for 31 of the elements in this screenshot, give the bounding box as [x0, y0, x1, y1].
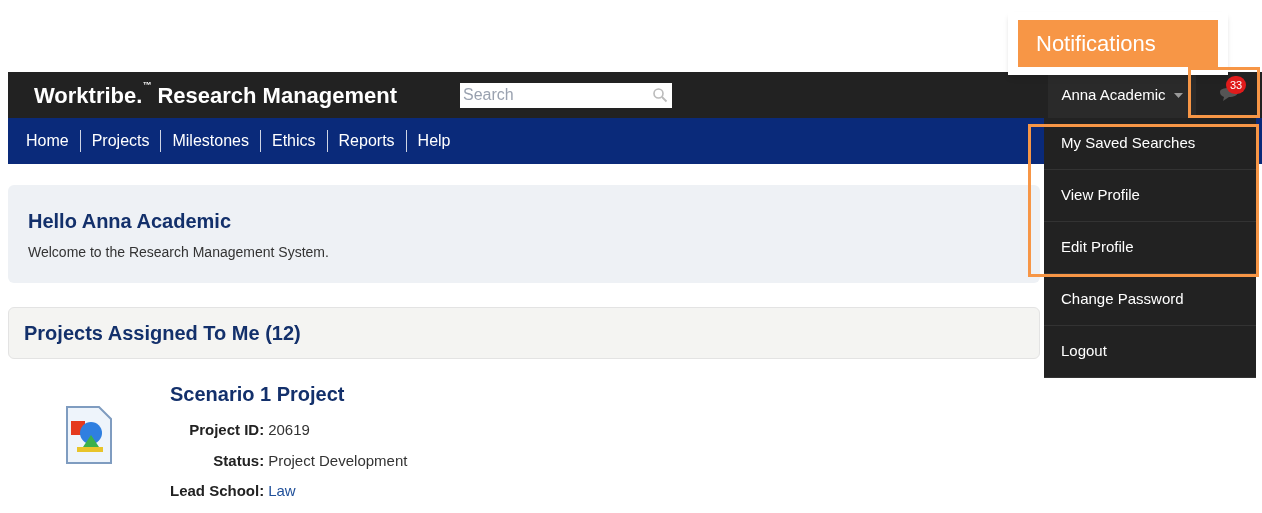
field-label: Lead School:	[170, 481, 265, 501]
notifications-button[interactable]: 33	[1196, 72, 1262, 118]
nav-link[interactable]: Help	[417, 129, 451, 153]
nav-link[interactable]: Projects	[91, 129, 150, 153]
nav-link[interactable]: Ethics	[271, 129, 316, 153]
menu-item[interactable]: Logout	[1044, 326, 1256, 378]
nav-link[interactable]: Milestones	[172, 129, 249, 153]
field-label: Status:	[212, 450, 265, 471]
notification-badge: 33	[1226, 76, 1246, 94]
welcome-text: Welcome to the Research Management System.	[28, 242, 330, 262]
brand-logo: Worktribe.	[34, 81, 143, 110]
caret-icon	[1173, 92, 1183, 98]
app-title: Research Management	[157, 81, 398, 110]
menu-item[interactable]: View Profile	[1044, 170, 1256, 222]
callout-label: Notifications	[1018, 20, 1218, 67]
menu-item[interactable]: Change Password	[1044, 274, 1256, 326]
section-heading: Projects Assigned To Me (12)	[24, 321, 301, 346]
welcome-heading: Hello Anna Academic	[28, 208, 233, 234]
field-label: Project ID:	[188, 420, 265, 440]
menu-item[interactable]: Edit Profile	[1044, 222, 1256, 274]
highlight-overlay	[1188, 67, 1260, 118]
field-value: 20619	[268, 420, 311, 440]
field-value: Project Development	[268, 450, 408, 471]
project-title[interactable]: Scenario 1 Project	[170, 379, 408, 409]
nav-link[interactable]: Reports	[338, 129, 395, 153]
field-link[interactable]: Law	[268, 480, 408, 503]
trademark: ™	[142, 78, 152, 92]
search-icon[interactable]	[652, 86, 668, 103]
search-field[interactable]: Search	[460, 82, 672, 108]
nav-link[interactable]: Home	[26, 129, 69, 153]
document-icon	[65, 405, 113, 465]
